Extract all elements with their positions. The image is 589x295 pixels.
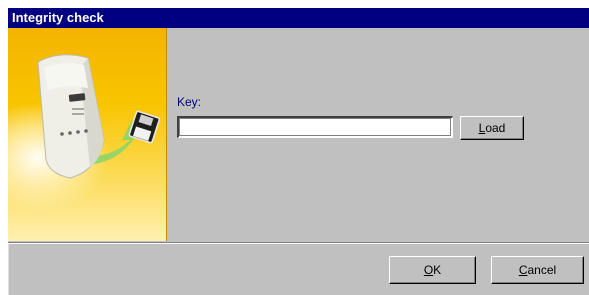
- load-button[interactable]: Load: [460, 116, 524, 140]
- device-icon: [37, 54, 105, 179]
- key-input[interactable]: [177, 116, 453, 138]
- window-title: Integrity check: [12, 10, 104, 25]
- load-button-label: oad: [485, 121, 506, 135]
- integrity-check-dialog: Integrity check Key: Load OK Cancel: [8, 8, 589, 295]
- banner-image: [8, 28, 167, 241]
- key-label: Key:: [177, 95, 202, 109]
- ok-button[interactable]: OK: [389, 256, 476, 284]
- separator: [8, 242, 589, 244]
- cancel-button[interactable]: Cancel: [491, 256, 584, 284]
- title-bar[interactable]: Integrity check: [8, 8, 589, 28]
- ok-button-accel: O: [423, 263, 434, 277]
- ok-button-label: K: [433, 263, 442, 277]
- device-illustration: [37, 54, 160, 179]
- cancel-button-label: ancel: [527, 263, 557, 277]
